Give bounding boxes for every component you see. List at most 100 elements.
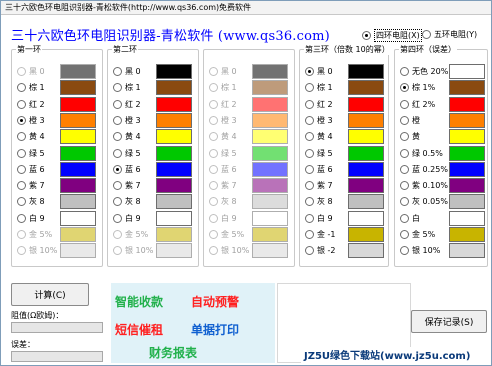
band-option-radio[interactable] xyxy=(400,132,409,142)
band-option-radio[interactable] xyxy=(113,99,122,109)
band-option-radio[interactable] xyxy=(17,132,26,142)
band-option-row[interactable]: 棕 1% xyxy=(395,80,489,96)
band-option-row[interactable]: 红 2% xyxy=(395,96,489,113)
band-option-row[interactable]: 黄 xyxy=(395,129,489,145)
band-option-radio[interactable] xyxy=(113,67,122,76)
band-option-radio[interactable] xyxy=(305,67,314,76)
band-option-radio[interactable] xyxy=(113,115,122,125)
band-option-radio[interactable] xyxy=(305,197,314,207)
band-option-radio[interactable] xyxy=(400,213,409,223)
band-option-row[interactable]: 橙 3 xyxy=(108,112,200,129)
band-option-row[interactable]: 棕 1 xyxy=(300,80,390,96)
band-option-row[interactable]: 灰 0.05% xyxy=(395,194,489,210)
band-option-row[interactable]: 蓝 6 xyxy=(12,161,104,178)
band-option-radio[interactable] xyxy=(400,230,409,239)
band-option-radio[interactable] xyxy=(400,83,409,93)
band-option-label: 棕 1 xyxy=(221,83,237,93)
band-option-row[interactable]: 黄 4 xyxy=(108,129,200,145)
band-option-row[interactable]: 棕 1 xyxy=(108,80,200,96)
band-option-radio[interactable] xyxy=(305,132,314,142)
band-option-radio[interactable] xyxy=(17,115,26,125)
band-option-radio[interactable] xyxy=(305,246,314,256)
band-option-radio[interactable] xyxy=(113,132,122,142)
five-band-radio-dot[interactable] xyxy=(422,30,431,39)
band-option-radio[interactable] xyxy=(113,181,122,191)
band-option-row[interactable]: 红 2 xyxy=(300,96,390,113)
band-option-radio[interactable] xyxy=(305,213,314,223)
band-option-row[interactable]: 绿 5 xyxy=(108,145,200,162)
band-option-row[interactable]: 紫 7 xyxy=(108,178,200,194)
band-option-radio[interactable] xyxy=(17,83,26,93)
band-option-radio[interactable] xyxy=(17,181,26,191)
band-option-row[interactable]: 橙 3 xyxy=(12,112,104,129)
band-option-radio[interactable] xyxy=(400,164,409,174)
band-option-row[interactable]: 蓝 0.25% xyxy=(395,161,489,178)
band-option-row[interactable]: 白 9 xyxy=(108,210,200,227)
band-option-radio[interactable] xyxy=(113,197,122,207)
band-option-radio[interactable] xyxy=(400,115,409,125)
band-option-row[interactable]: 红 2 xyxy=(108,96,200,113)
band-option-radio[interactable] xyxy=(17,164,26,174)
band-option-radio[interactable] xyxy=(17,213,26,223)
band-option-radio[interactable] xyxy=(305,83,314,93)
ad-banner[interactable]: 智能收款 自动预警 短信催租 单据打印 财务报表 xyxy=(111,283,275,363)
band-option-row[interactable]: 蓝 6 xyxy=(300,161,390,178)
band-option-radio[interactable] xyxy=(113,83,122,93)
save-record-button[interactable]: 保存记录(S) xyxy=(411,310,487,333)
band-option-row[interactable]: 黄 4 xyxy=(12,129,104,145)
band-option-row[interactable]: 银 10% xyxy=(395,243,489,259)
band-option-radio[interactable] xyxy=(305,230,314,239)
band-option-row[interactable]: 金 -1 xyxy=(300,227,390,243)
band-option-row[interactable]: 棕 1 xyxy=(12,80,104,96)
band-option-row[interactable]: 紫 7 xyxy=(12,178,104,194)
band-option-radio[interactable] xyxy=(305,164,314,174)
band-option-row[interactable]: 无色 20% xyxy=(395,64,489,80)
band-option-radio[interactable] xyxy=(400,67,409,76)
color-swatch xyxy=(348,145,384,161)
band-option-radio[interactable] xyxy=(113,164,122,174)
band-option-radio[interactable] xyxy=(17,197,26,207)
band-option-radio[interactable] xyxy=(17,148,26,158)
band-option-radio[interactable] xyxy=(400,197,409,207)
band-option-row[interactable]: 橙 xyxy=(395,112,489,129)
five-band-radio[interactable]: 五环电阻(Y) xyxy=(422,29,477,40)
band-option-radio[interactable] xyxy=(400,148,409,158)
band-option-radio[interactable] xyxy=(17,99,26,109)
band-option-radio[interactable] xyxy=(113,148,122,158)
band-option-row[interactable]: 灰 8 xyxy=(300,194,390,210)
band-option-row[interactable]: 白 9 xyxy=(300,210,390,227)
band-option-row[interactable]: 黑 0 xyxy=(300,64,390,80)
band-option-radio[interactable] xyxy=(400,246,409,256)
color-swatch xyxy=(156,161,192,177)
four-band-radio-dot[interactable] xyxy=(362,31,371,40)
band-option-radio[interactable] xyxy=(305,115,314,125)
band-option-row[interactable]: 紫 7 xyxy=(300,178,390,194)
resistance-field[interactable] xyxy=(11,322,103,333)
band-option-row[interactable]: 灰 8 xyxy=(12,194,104,210)
band-option-row[interactable]: 黑 0 xyxy=(108,64,200,80)
band-option-row: 黑 0 xyxy=(204,64,296,80)
band-option-radio[interactable] xyxy=(400,181,409,191)
band-option-row[interactable]: 橙 3 xyxy=(300,112,390,129)
band-option-radio[interactable] xyxy=(305,181,314,191)
band-option-row[interactable]: 绿 0.5% xyxy=(395,145,489,162)
band-option-radio[interactable] xyxy=(400,99,409,109)
band-option-row[interactable]: 绿 5 xyxy=(12,145,104,162)
band-option-row[interactable]: 银 -2 xyxy=(300,243,390,259)
band-option-row[interactable]: 金 5% xyxy=(395,227,489,243)
band-option-label: 金 5% xyxy=(29,230,53,239)
band-option-row[interactable]: 灰 8 xyxy=(108,194,200,210)
band-option-radio[interactable] xyxy=(305,148,314,158)
band-option-radio[interactable] xyxy=(305,99,314,109)
band-option-radio[interactable] xyxy=(113,213,122,223)
band-option-row[interactable]: 白 xyxy=(395,210,489,227)
band-option-row[interactable]: 黄 4 xyxy=(300,129,390,145)
band-option-row[interactable]: 红 2 xyxy=(12,96,104,113)
band-option-row[interactable]: 绿 5 xyxy=(300,145,390,162)
calculate-button[interactable]: 计算(C) xyxy=(11,283,89,306)
band-option-row[interactable]: 紫 0.10% xyxy=(395,178,489,194)
tolerance-field[interactable] xyxy=(11,351,103,362)
four-band-radio[interactable]: 四环电阻(X) xyxy=(362,29,422,42)
band-option-row[interactable]: 白 9 xyxy=(12,210,104,227)
band-option-row[interactable]: 蓝 6 xyxy=(108,161,200,178)
